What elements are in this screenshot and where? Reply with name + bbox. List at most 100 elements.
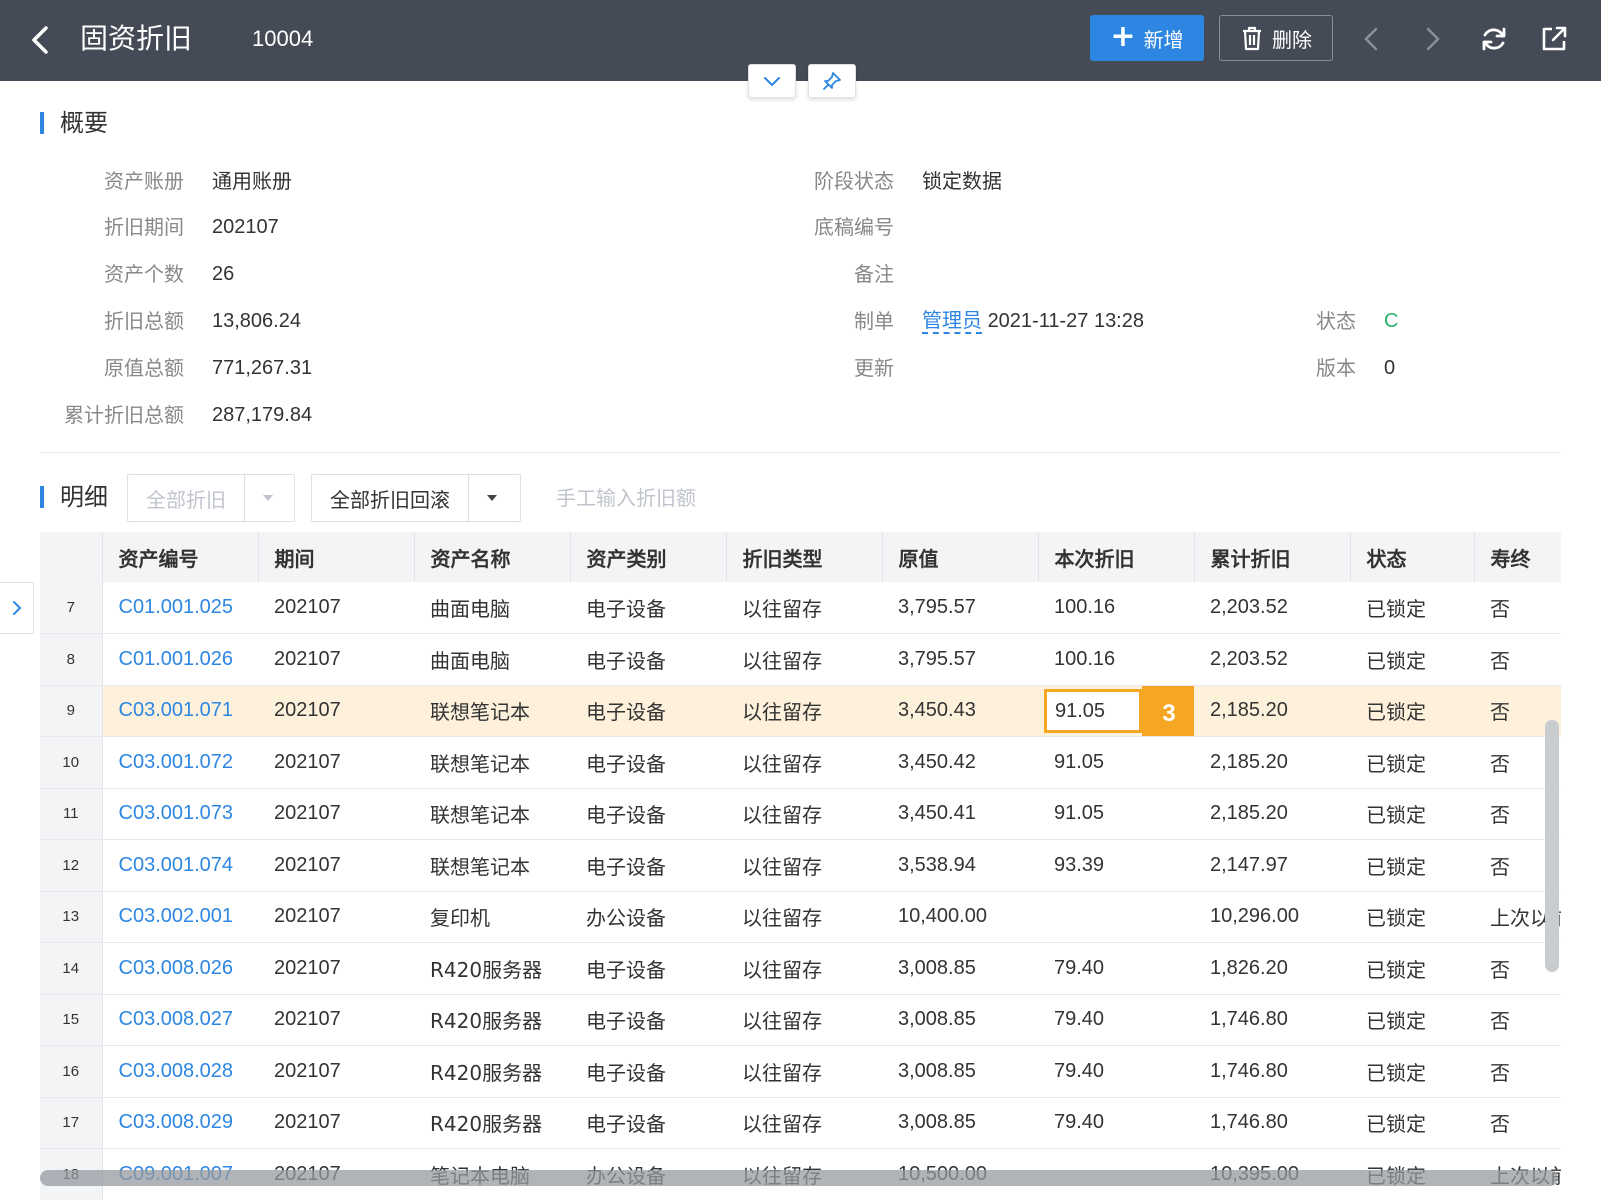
table-row[interactable]: 11 C03.001.073 202107 联想笔记本 电子设备 以往留存 3,450.41… bbox=[40, 788, 1561, 840]
cell-category: 电子设备 bbox=[570, 839, 726, 892]
collapse-header-tab[interactable] bbox=[748, 64, 796, 98]
table-row[interactable]: 16 C03.008.028 202107 R420服务器 电子设备 以往留存 3,008.… bbox=[40, 1045, 1561, 1098]
cell-period: 202107 bbox=[258, 891, 414, 943]
table-row[interactable]: 7 C01.001.025 202107 曲面电脑 电子设备 以往留存 3,795.57 10… bbox=[40, 582, 1561, 634]
table-row[interactable]: 10 C03.001.072 202107 联想笔记本 电子设备 以往留存 3,450.42… bbox=[40, 736, 1561, 789]
cell-period: 202107 bbox=[258, 582, 414, 634]
column-header[interactable]: 折旧类型 bbox=[726, 532, 883, 582]
table-row[interactable]: 13 C03.002.001 202107 复印机 办公设备 以往留存 10,400.00 1… bbox=[40, 891, 1561, 943]
asset-count-label: 资产个数 bbox=[104, 262, 184, 286]
maker-user-link[interactable]: 管理员 bbox=[922, 310, 982, 334]
cell-current: 100.16 bbox=[1038, 633, 1194, 686]
asset-code-link[interactable]: C03.001.073 bbox=[102, 788, 258, 840]
all-depreciation-rollback-dropdown[interactable]: 全部折旧回滚 bbox=[311, 474, 521, 522]
all-depreciation-dropdown[interactable]: 全部折旧 bbox=[127, 474, 295, 522]
column-header[interactable]: 资产编号 bbox=[102, 532, 259, 582]
maker-value: 管理员 2021-11-27 13:28 bbox=[922, 307, 1144, 335]
stage-status-value: 锁定数据 bbox=[922, 169, 1002, 193]
column-header[interactable]: 寿终 bbox=[1474, 532, 1561, 582]
asset-code-link[interactable]: C03.001.071 bbox=[102, 685, 258, 737]
cell-category: 电子设备 bbox=[570, 685, 726, 737]
maker-time: 2021-11-27 13:28 bbox=[987, 310, 1144, 332]
cell-type: 以往留存 bbox=[726, 736, 882, 789]
accum-depr-total-value: 287,179.84 bbox=[212, 404, 313, 426]
row-number: 13 bbox=[40, 891, 103, 943]
cell-status: 已锁定 bbox=[1350, 839, 1474, 892]
asset-code-link[interactable]: C03.001.072 bbox=[102, 736, 258, 789]
all-depreciation-label: 全部折旧 bbox=[128, 475, 245, 521]
cell-category: 办公设备 bbox=[570, 891, 726, 943]
column-header[interactable]: 本次折旧 bbox=[1038, 532, 1195, 582]
row-number-header bbox=[40, 532, 103, 582]
cell-original: 3,450.43 bbox=[882, 685, 1038, 737]
column-header[interactable]: 资产名称 bbox=[414, 532, 571, 582]
caret-down-icon[interactable] bbox=[469, 475, 515, 521]
asset-code-link[interactable]: C01.001.026 bbox=[102, 633, 258, 686]
table-row[interactable]: 9 C03.001.071 202107 联想笔记本 电子设备 以往留存 3,450.43 9… bbox=[40, 685, 1561, 737]
cell-type: 以往留存 bbox=[726, 1097, 882, 1149]
asset-book-value: 通用账册 bbox=[212, 169, 292, 193]
next-record-icon[interactable] bbox=[1414, 20, 1450, 58]
asset-code-link[interactable]: C03.008.028 bbox=[102, 1045, 258, 1098]
cell-period: 202107 bbox=[258, 1097, 414, 1149]
cell-type: 以往留存 bbox=[726, 633, 882, 686]
prev-record-icon[interactable] bbox=[1354, 20, 1390, 58]
update-label: 更新 bbox=[854, 356, 894, 380]
cell-current: 79.40 bbox=[1038, 942, 1194, 995]
cell-eol: 否 bbox=[1474, 994, 1561, 1046]
table-row[interactable]: 12 C03.001.074 202107 联想笔记本 电子设备 以往留存 3,538.94… bbox=[40, 839, 1561, 892]
cell-name: R420服务器 bbox=[414, 1097, 570, 1149]
cell-eol: 否 bbox=[1474, 1045, 1561, 1098]
manual-input-button[interactable]: 手工输入折旧额 bbox=[556, 484, 696, 512]
delete-button[interactable]: 删除 bbox=[1219, 15, 1333, 61]
chevron-right-icon bbox=[12, 601, 21, 615]
asset-code-link[interactable]: C03.008.026 bbox=[102, 942, 258, 995]
depr-period-value: 202107 bbox=[212, 216, 279, 238]
status-value: C bbox=[1384, 310, 1399, 332]
column-header[interactable]: 期间 bbox=[258, 532, 415, 582]
asset-code-link[interactable]: C01.001.025 bbox=[102, 582, 258, 634]
add-button-label: 新增 bbox=[1143, 27, 1184, 52]
row-number: 11 bbox=[40, 788, 103, 840]
current-depreciation-input[interactable]: 91.05 bbox=[1044, 688, 1142, 733]
column-header[interactable]: 原值 bbox=[882, 532, 1039, 582]
table-row[interactable]: 14 C03.008.026 202107 R420服务器 电子设备 以往留存 3,008.… bbox=[40, 942, 1561, 995]
table-row[interactable]: 17 C03.008.029 202107 R420服务器 电子设备 以往留存 3,008.… bbox=[40, 1097, 1561, 1149]
asset-code-link[interactable]: C03.001.074 bbox=[102, 839, 258, 892]
top-bar: 固资折旧 10004 + 新增 删除 bbox=[0, 0, 1601, 81]
share-export-icon[interactable] bbox=[1536, 20, 1572, 58]
asset-code-link[interactable]: C03.008.029 bbox=[102, 1097, 258, 1149]
asset-code-link[interactable]: C03.002.001 bbox=[102, 891, 258, 943]
table-row[interactable]: 8 C01.001.026 202107 曲面电脑 电子设备 以往留存 3,795.57 10… bbox=[40, 633, 1561, 686]
cell-original: 3,450.42 bbox=[882, 736, 1038, 789]
cell-original: 10,400.00 bbox=[882, 891, 1038, 943]
cell-status: 已锁定 bbox=[1350, 788, 1474, 840]
cell-type: 以往留存 bbox=[726, 994, 882, 1046]
column-header[interactable]: 累计折旧 bbox=[1194, 532, 1351, 582]
depr-period-label: 折旧期间 bbox=[104, 215, 184, 239]
detail-section-title: 明细 bbox=[40, 482, 108, 512]
original-total-value: 771,267.31 bbox=[212, 357, 313, 379]
cell-type: 以往留存 bbox=[726, 942, 882, 995]
all-depreciation-rollback-label: 全部折旧回滚 bbox=[312, 475, 469, 521]
column-header[interactable]: 状态 bbox=[1350, 532, 1475, 582]
cell-category: 电子设备 bbox=[570, 736, 726, 789]
cell-type: 以往留存 bbox=[726, 891, 882, 943]
vertical-scrollbar[interactable] bbox=[1545, 720, 1559, 972]
cell-accum: 2,185.20 bbox=[1194, 736, 1350, 789]
cell-type: 以往留存 bbox=[726, 685, 882, 737]
column-header[interactable]: 资产类别 bbox=[570, 532, 727, 582]
add-button[interactable]: + 新增 bbox=[1090, 15, 1204, 61]
row-number: 7 bbox=[40, 582, 103, 634]
expand-side-panel-toggle[interactable] bbox=[0, 582, 34, 634]
back-icon[interactable] bbox=[26, 20, 56, 60]
document-number: 10004 bbox=[252, 26, 314, 51]
refresh-icon[interactable] bbox=[1476, 20, 1512, 58]
table-row[interactable]: 15 C03.008.027 202107 R420服务器 电子设备 以往留存 3,008.… bbox=[40, 994, 1561, 1046]
caret-down-icon[interactable] bbox=[245, 475, 291, 521]
asset-code-link[interactable]: C03.008.027 bbox=[102, 994, 258, 1046]
pin-header-tab[interactable] bbox=[808, 64, 856, 98]
row-number: 17 bbox=[40, 1097, 103, 1149]
horizontal-scrollbar[interactable] bbox=[40, 1170, 1558, 1186]
cell-current[interactable]: 91.05 3 bbox=[1038, 685, 1194, 737]
